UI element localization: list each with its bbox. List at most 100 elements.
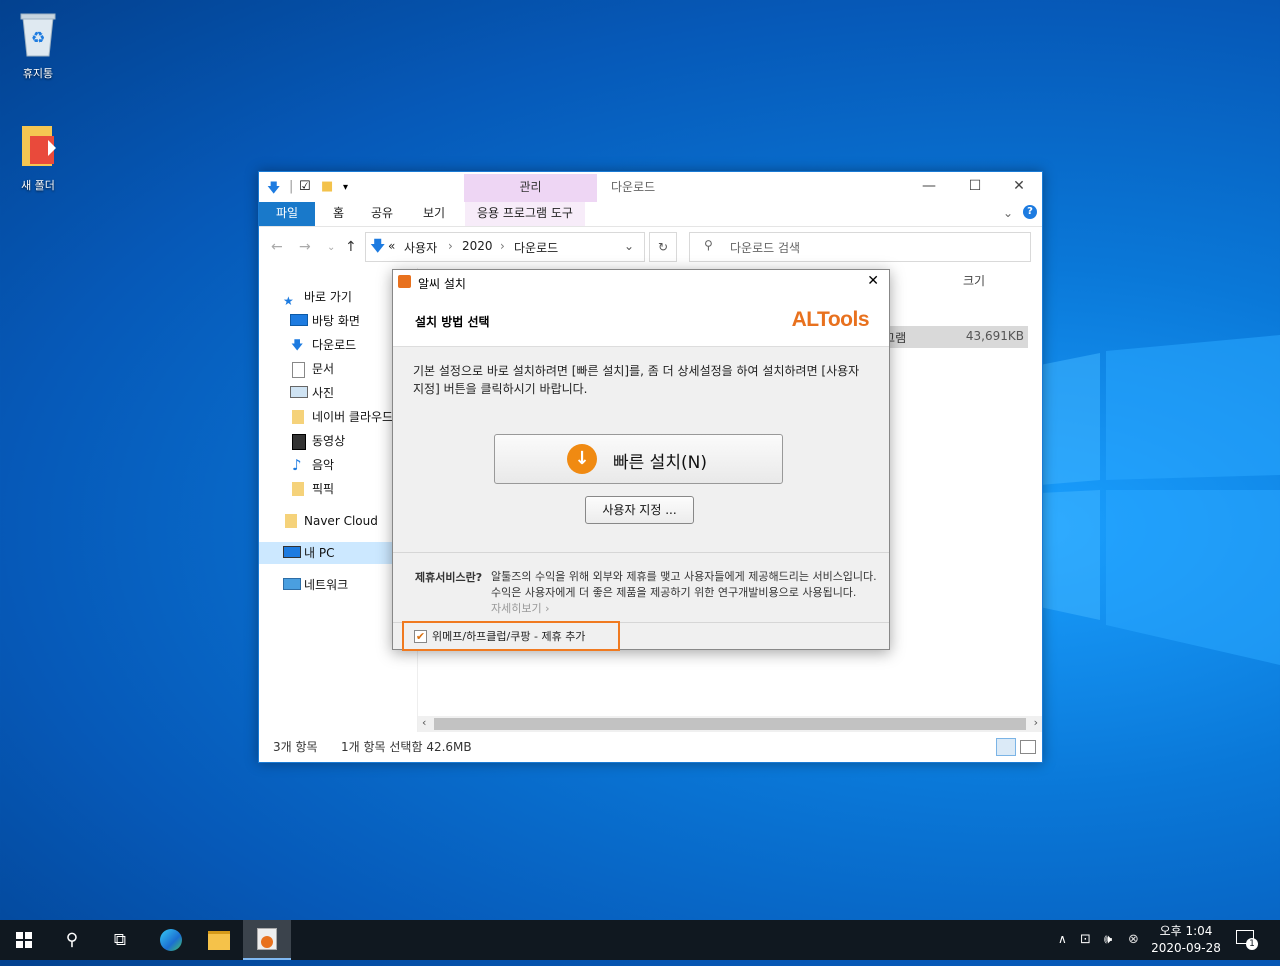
chevron-down-icon[interactable]: ⌄ bbox=[624, 239, 634, 253]
details-view-icon[interactable] bbox=[996, 738, 1016, 756]
properties-icon[interactable]: ☑ bbox=[299, 179, 311, 194]
close-button[interactable]: ✕ bbox=[996, 172, 1042, 202]
notification-count: 1 bbox=[1246, 938, 1258, 950]
partner-option-checkbox[interactable]: ✔ 위메프/하프클럽/쿠팡 - 제휴 추가 bbox=[402, 621, 620, 651]
learn-more-link[interactable]: 자세히보기 › bbox=[491, 602, 550, 615]
dialog-header: 설치 방법 선택 ALTools bbox=[393, 294, 889, 347]
up-icon[interactable]: ↑ bbox=[345, 239, 357, 255]
help-icon[interactable]: ? bbox=[1023, 205, 1037, 219]
folder-icon bbox=[292, 410, 304, 424]
alsee-installer-taskbar-button[interactable] bbox=[243, 920, 291, 960]
explorer-titlebar: 🡇 | ☑ ■ ▾ 관리 다운로드 — ☐ ✕ bbox=[259, 172, 1042, 202]
tab-file[interactable]: 파일 bbox=[259, 202, 315, 226]
partner-service-label: 제휴서비스란? bbox=[415, 571, 483, 584]
download-arrow-icon: ↓ bbox=[567, 444, 597, 474]
windows-start-icon bbox=[16, 932, 32, 948]
star-icon: ★ bbox=[283, 294, 294, 308]
recycle-bin-icon: ♻ bbox=[20, 13, 56, 57]
tab-application-tools[interactable]: 응용 프로그램 도구 bbox=[465, 202, 585, 226]
status-x-icon[interactable]: ⊗ bbox=[1128, 932, 1139, 947]
scroll-right-icon[interactable]: › bbox=[1034, 716, 1038, 729]
option-bar: ✔ 위메프/하프클럽/쿠팡 - 제휴 추가 bbox=[393, 621, 889, 651]
recent-locations-icon[interactable]: ⌄ bbox=[327, 242, 335, 253]
desktop-icon-new-folder[interactable]: 새 폴더 bbox=[6, 122, 70, 193]
edge-taskbar-button[interactable] bbox=[147, 920, 195, 960]
ribbon-tabs: 파일 홈 공유 보기 응용 프로그램 도구 ⌄ ? bbox=[259, 202, 1042, 227]
partner-option-label: 위메프/하프클럽/쿠팡 - 제휴 추가 bbox=[432, 630, 586, 643]
nav-label: Naver Cloud bbox=[304, 514, 378, 528]
refresh-button[interactable]: ↻ bbox=[649, 232, 677, 262]
start-button[interactable] bbox=[0, 920, 48, 960]
tab-manage-context[interactable]: 관리 bbox=[464, 174, 597, 202]
clock-time: 오후 1:04 bbox=[1159, 924, 1213, 938]
customize-toolbar-icon[interactable]: ▾ bbox=[343, 182, 348, 193]
nav-label: 문서 bbox=[312, 362, 335, 376]
breadcrumb-2020[interactable]: 2020 bbox=[462, 239, 493, 253]
folder-icon bbox=[208, 931, 230, 950]
document-icon bbox=[292, 362, 305, 378]
network-icon[interactable]: ⊡ bbox=[1080, 932, 1091, 947]
new-folder-icon[interactable]: ■ bbox=[321, 179, 333, 194]
address-bar[interactable]: 🡇 « 사용자 › 2020 › 다운로드 ⌄ bbox=[365, 232, 645, 262]
navigation-bar: ← → ⌄ ↑ 🡇 « 사용자 › 2020 › 다운로드 ⌄ ↻ ⚲ 다운로드… bbox=[259, 226, 1042, 266]
nav-label: 다운로드 bbox=[312, 338, 357, 352]
task-view-icon: ⧉ bbox=[113, 930, 127, 950]
folder-icon bbox=[22, 126, 56, 166]
breadcrumb-downloads[interactable]: 다운로드 bbox=[514, 239, 558, 256]
forward-icon[interactable]: → bbox=[299, 239, 311, 255]
volume-icon[interactable]: 🕪 bbox=[1104, 932, 1112, 947]
checkbox-checked-icon[interactable]: ✔ bbox=[414, 630, 427, 643]
chevron-right-icon: › bbox=[448, 239, 453, 253]
dialog-titlebar: 알씨 설치 ✕ bbox=[393, 270, 889, 294]
clock[interactable]: 오후 1:04 2020-09-28 bbox=[1146, 923, 1226, 957]
column-header-size[interactable]: 크기 bbox=[963, 272, 985, 289]
tab-view[interactable]: 보기 bbox=[411, 202, 457, 226]
nav-label: 픽픽 bbox=[312, 482, 335, 496]
horizontal-scrollbar[interactable]: ‹ › bbox=[418, 716, 1042, 732]
search-button[interactable]: ⚲ bbox=[48, 920, 96, 960]
quick-install-button[interactable]: ↓ 빠른 설치(N) bbox=[494, 434, 783, 484]
desktop-icon-label: 새 폴더 bbox=[21, 179, 55, 192]
item-count: 3개 항목 bbox=[273, 740, 318, 754]
tab-share[interactable]: 공유 bbox=[359, 202, 405, 226]
download-arrow-icon: 🡇 bbox=[291, 338, 304, 352]
desktop-icon-recycle-bin[interactable]: ♻ 휴지통 bbox=[6, 10, 70, 81]
folder-icon bbox=[292, 482, 304, 496]
window-title: 다운로드 bbox=[611, 180, 656, 194]
computer-icon bbox=[283, 546, 301, 558]
dialog-heading: 설치 방법 선택 bbox=[415, 315, 490, 329]
svg-text:♻: ♻ bbox=[31, 28, 45, 47]
breadcrumb-overflow[interactable]: « bbox=[388, 239, 395, 253]
table-row-selected[interactable]: 로그램 43,691KB bbox=[873, 326, 1028, 348]
large-icons-view-icon[interactable] bbox=[1020, 740, 1036, 754]
separator: | bbox=[289, 179, 294, 194]
explorer-taskbar-button[interactable] bbox=[195, 920, 243, 960]
scroll-left-icon[interactable]: ‹ bbox=[422, 716, 426, 729]
taskbar: ⚲ ⧉ ∧ ⊡ 🕪 ⊗ 오후 1:04 2020-09-28 1 bbox=[0, 920, 1280, 960]
edge-icon bbox=[160, 929, 182, 951]
desktop-icon bbox=[290, 314, 308, 326]
breadcrumb-users[interactable]: 사용자 bbox=[404, 239, 437, 256]
scrollbar-thumb[interactable] bbox=[434, 718, 1026, 730]
back-icon[interactable]: ← bbox=[271, 239, 283, 255]
search-input[interactable]: ⚲ 다운로드 검색 bbox=[689, 232, 1031, 262]
status-bar: 3개 항목 1개 항목 선택함 42.6MB bbox=[259, 732, 1042, 762]
minimize-button[interactable]: — bbox=[906, 172, 952, 202]
partner-service-text: 알툴즈의 수익을 위해 외부와 제휴를 맺고 사용자들에게 제공해드리는 서비스… bbox=[491, 569, 881, 617]
windows-logo-wallpaper bbox=[1040, 335, 1280, 665]
network-icon bbox=[283, 578, 301, 590]
dialog-title: 알씨 설치 bbox=[418, 277, 466, 291]
dialog-close-button[interactable]: ✕ bbox=[867, 273, 879, 289]
maximize-button[interactable]: ☐ bbox=[952, 172, 998, 202]
install-description: 기본 설정으로 바로 설치하려면 [빠른 설치]를, 좀 더 상세설정을 하여 … bbox=[413, 364, 860, 396]
tab-home[interactable]: 홈 bbox=[321, 202, 356, 226]
nav-label: 내 PC bbox=[304, 546, 335, 560]
action-center-button[interactable]: 1 bbox=[1236, 930, 1260, 950]
search-placeholder: 다운로드 검색 bbox=[730, 241, 801, 255]
custom-install-button[interactable]: 사용자 지정 ... bbox=[585, 496, 694, 524]
ribbon-expand-icon[interactable]: ⌄ bbox=[1003, 206, 1013, 220]
task-view-button[interactable]: ⧉ bbox=[96, 920, 144, 960]
show-hidden-icons[interactable]: ∧ bbox=[1058, 932, 1067, 946]
alsee-app-icon bbox=[398, 275, 411, 288]
music-note-icon: ♪ bbox=[292, 456, 302, 474]
